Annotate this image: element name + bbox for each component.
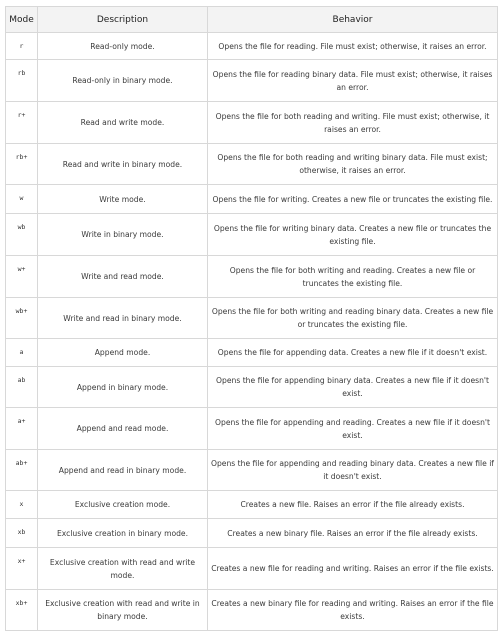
mode-cell: wb+ [5,297,38,339]
table-row: rb Read-only in binary mode. Opens the f… [5,59,498,102]
mode-cell: a [5,338,38,367]
behavior-cell: Opens the file for both reading and writ… [207,143,498,185]
behavior-cell: Opens the file for writing binary data. … [207,213,498,256]
description-cell: Append and read in binary mode. [37,449,208,491]
file-modes-table: Mode Description Behavior r Read-only mo… [5,6,498,631]
mode-cell: x+ [5,547,38,590]
behavior-cell: Creates a new binary file for reading an… [207,589,498,631]
table-row: w+ Write and read mode. Opens the file f… [5,255,498,298]
table-row: x+ Exclusive creation with read and writ… [5,547,498,590]
behavior-cell: Opens the file for both writing and read… [207,297,498,339]
table-row: x Exclusive creation mode. Creates a new… [5,490,498,519]
mode-cell: rb [5,59,38,102]
header-row: Mode Description Behavior [5,6,498,33]
mode-cell: r+ [5,101,38,144]
description-cell: Read-only in binary mode. [37,59,208,102]
mode-cell: a+ [5,407,38,450]
behavior-cell: Opens the file for reading. File must ex… [207,32,498,60]
behavior-cell: Opens the file for appending data. Creat… [207,338,498,367]
mode-cell: xb [5,518,38,548]
mode-cell: ab+ [5,449,38,491]
mode-cell: x [5,490,38,519]
description-cell: Append and read mode. [37,407,208,450]
description-cell: Read and write in binary mode. [37,143,208,185]
description-cell: Write and read in binary mode. [37,297,208,339]
behavior-cell: Opens the file for appending and reading… [207,407,498,450]
description-cell: Append mode. [37,338,208,367]
table-row: xb+ Exclusive creation with read and wri… [5,589,498,631]
description-cell: Exclusive creation with read and write i… [37,589,208,631]
behavior-cell: Opens the file for appending and reading… [207,449,498,491]
behavior-cell: Opens the file for appending binary data… [207,366,498,408]
description-cell: Exclusive creation with read and write m… [37,547,208,590]
table-row: a Append mode. Opens the file for append… [5,338,498,367]
table-row: ab Append in binary mode. Opens the file… [5,366,498,408]
mode-cell: r [5,32,38,60]
behavior-cell: Opens the file for both writing and read… [207,255,498,298]
behavior-cell: Creates a new file for reading and writi… [207,547,498,590]
description-cell: Write mode. [37,184,208,214]
file-modes-table-container: Mode Description Behavior r Read-only mo… [5,6,498,631]
header-description: Description [37,6,208,33]
table-row: wb Write in binary mode. Opens the file … [5,213,498,256]
table-row: r Read-only mode. Opens the file for rea… [5,32,498,60]
description-cell: Read-only mode. [37,32,208,60]
mode-cell: w [5,184,38,214]
mode-cell: wb [5,213,38,256]
header-mode: Mode [5,6,38,33]
table-row: wb+ Write and read in binary mode. Opens… [5,297,498,339]
behavior-cell: Opens the file for reading binary data. … [207,59,498,102]
description-cell: Write in binary mode. [37,213,208,256]
description-cell: Write and read mode. [37,255,208,298]
mode-cell: ab [5,366,38,408]
mode-cell: xb+ [5,589,38,631]
table-row: xb Exclusive creation in binary mode. Cr… [5,518,498,548]
description-cell: Read and write mode. [37,101,208,144]
behavior-cell: Opens the file for writing. Creates a ne… [207,184,498,214]
table-row: a+ Append and read mode. Opens the file … [5,407,498,450]
table-row: w Write mode. Opens the file for writing… [5,184,498,214]
table-row: r+ Read and write mode. Opens the file f… [5,101,498,144]
description-cell: Append in binary mode. [37,366,208,408]
behavior-cell: Opens the file for both reading and writ… [207,101,498,144]
table-row: ab+ Append and read in binary mode. Open… [5,449,498,491]
description-cell: Exclusive creation in binary mode. [37,518,208,548]
behavior-cell: Creates a new file. Raises an error if t… [207,490,498,519]
mode-cell: w+ [5,255,38,298]
table-row: rb+ Read and write in binary mode. Opens… [5,143,498,185]
behavior-cell: Creates a new binary file. Raises an err… [207,518,498,548]
header-behavior: Behavior [207,6,498,33]
mode-cell: rb+ [5,143,38,185]
description-cell: Exclusive creation mode. [37,490,208,519]
